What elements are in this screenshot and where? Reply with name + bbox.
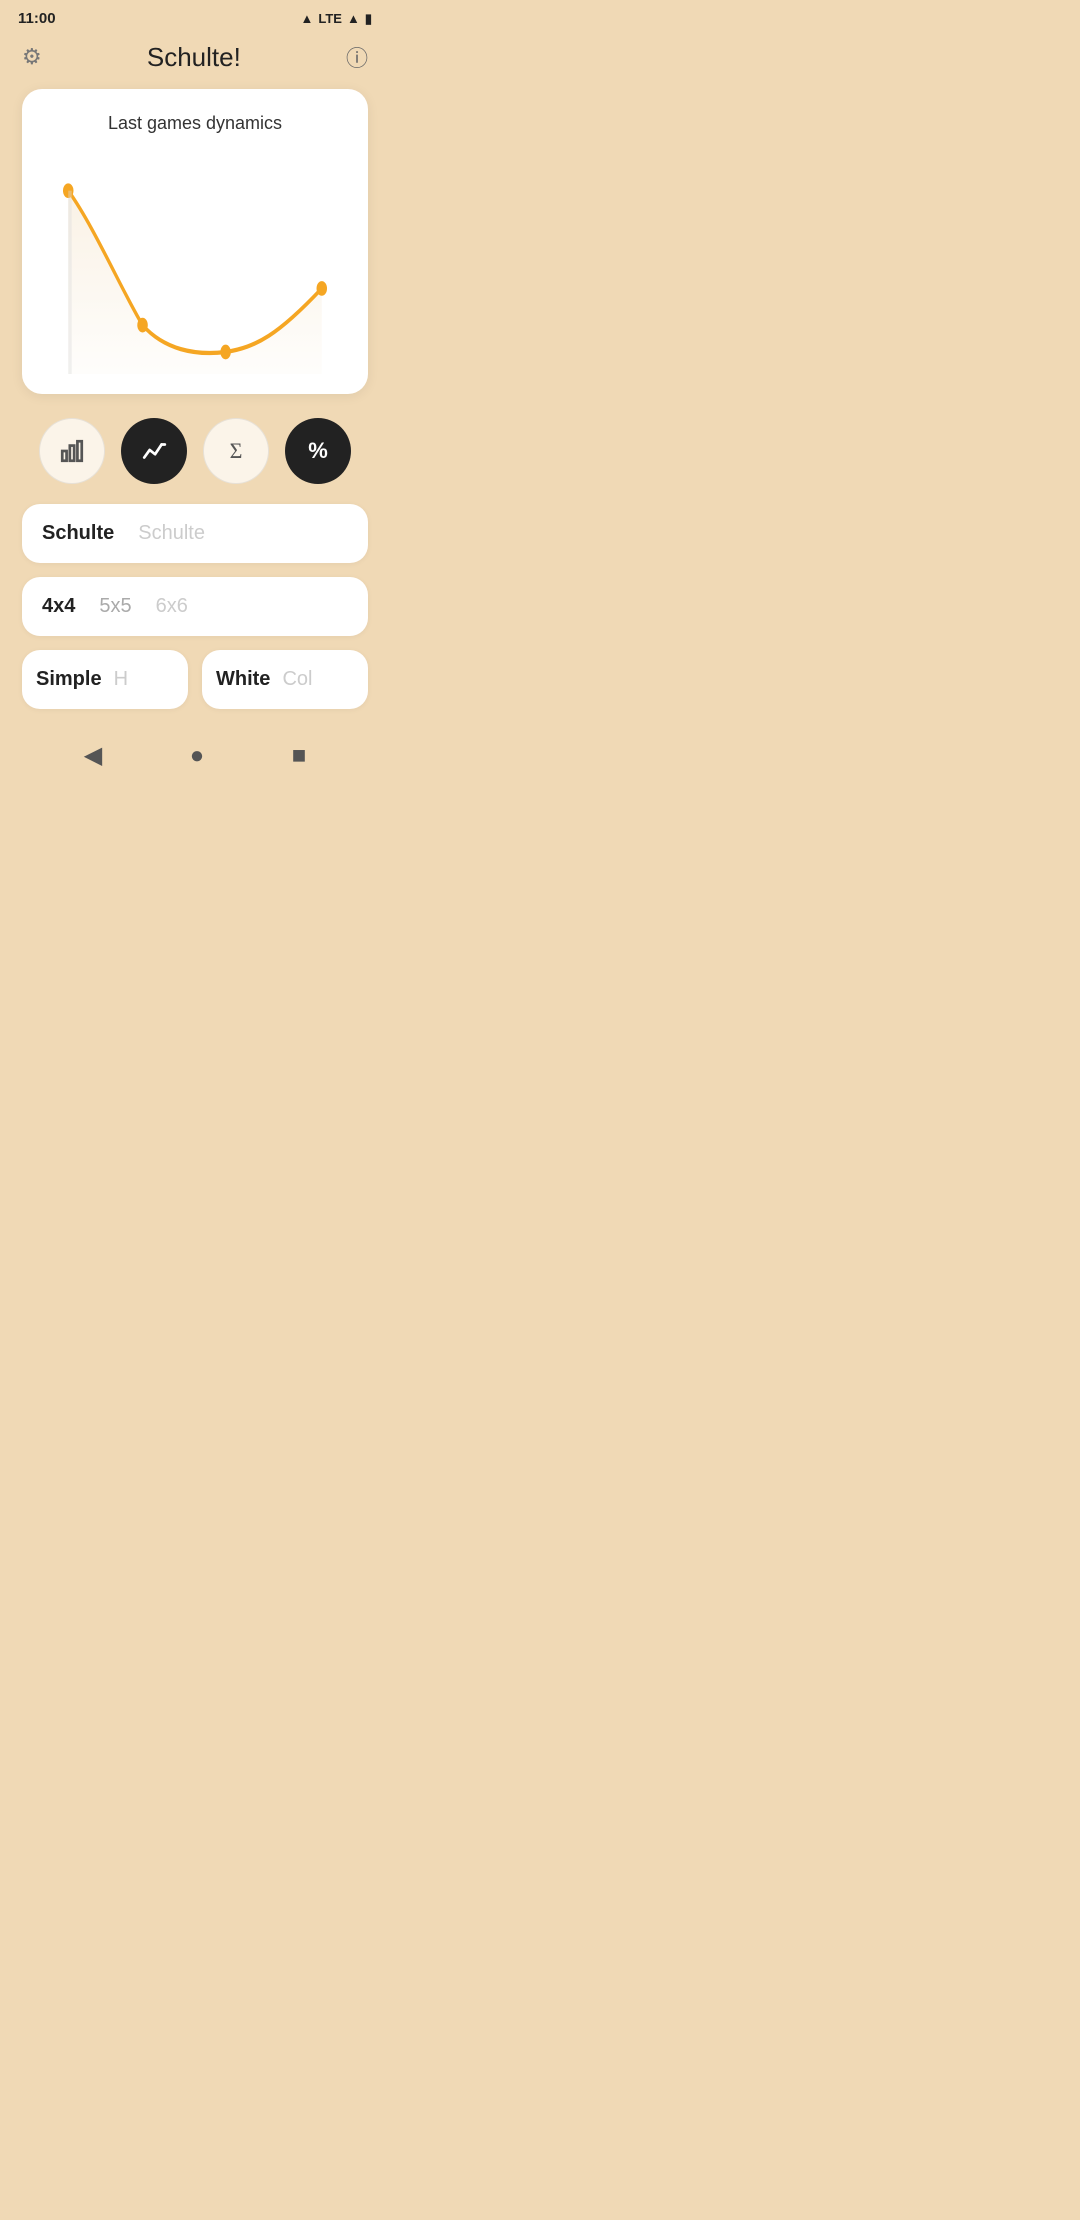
mode-selectors: Simple H White Col xyxy=(22,650,368,709)
time: 11:00 xyxy=(18,10,56,27)
schulte-option-active[interactable]: Schulte xyxy=(42,522,114,545)
bar-chart-tab[interactable] xyxy=(39,418,105,484)
nav-bar: ◀ ● ■ xyxy=(0,723,390,794)
size-4x4[interactable]: 4x4 xyxy=(42,595,75,618)
sigma-tab[interactable]: Σ xyxy=(203,418,269,484)
header: ⚙ Schulte! ⓘ xyxy=(0,33,390,89)
settings-icon[interactable]: ⚙ xyxy=(22,44,42,70)
col-option[interactable]: Col xyxy=(282,668,312,691)
signal-icon: ▲ xyxy=(347,11,360,26)
line-chart-tab[interactable] xyxy=(121,418,187,484)
mode-secondary-option[interactable]: H xyxy=(114,668,128,691)
chart-title: Last games dynamics xyxy=(42,113,348,134)
app-title: Schulte! xyxy=(147,42,241,73)
info-icon[interactable]: ⓘ xyxy=(346,41,368,73)
schulte-option-secondary[interactable]: Schulte xyxy=(138,522,205,545)
simple-option[interactable]: Simple xyxy=(36,668,102,691)
size-5x5[interactable]: 5x5 xyxy=(99,595,131,618)
mode-type-selector[interactable]: Simple H xyxy=(22,650,188,709)
game-type-selector[interactable]: Schulte Schulte xyxy=(22,504,368,563)
chart-card: Last games dynamics xyxy=(22,89,368,394)
size-selector[interactable]: 4x4 5x5 6x6 xyxy=(22,577,368,636)
wifi-icon: ▲ xyxy=(301,11,314,26)
status-icons: ▲ LTE ▲ ▮ xyxy=(301,11,373,27)
tab-row: Σ % xyxy=(22,418,368,484)
battery-icon: ▮ xyxy=(365,11,372,27)
size-6x6[interactable]: 6x6 xyxy=(156,595,188,618)
chart-area xyxy=(42,154,348,374)
color-selector[interactable]: White Col xyxy=(202,650,368,709)
lte-label: LTE xyxy=(318,11,342,26)
white-option[interactable]: White xyxy=(216,668,270,691)
home-button[interactable]: ● xyxy=(190,742,205,770)
status-bar: 11:00 ▲ LTE ▲ ▮ xyxy=(0,0,390,33)
back-button[interactable]: ◀ xyxy=(84,741,102,770)
recent-button[interactable]: ■ xyxy=(292,742,307,770)
percent-tab[interactable]: % xyxy=(285,418,351,484)
